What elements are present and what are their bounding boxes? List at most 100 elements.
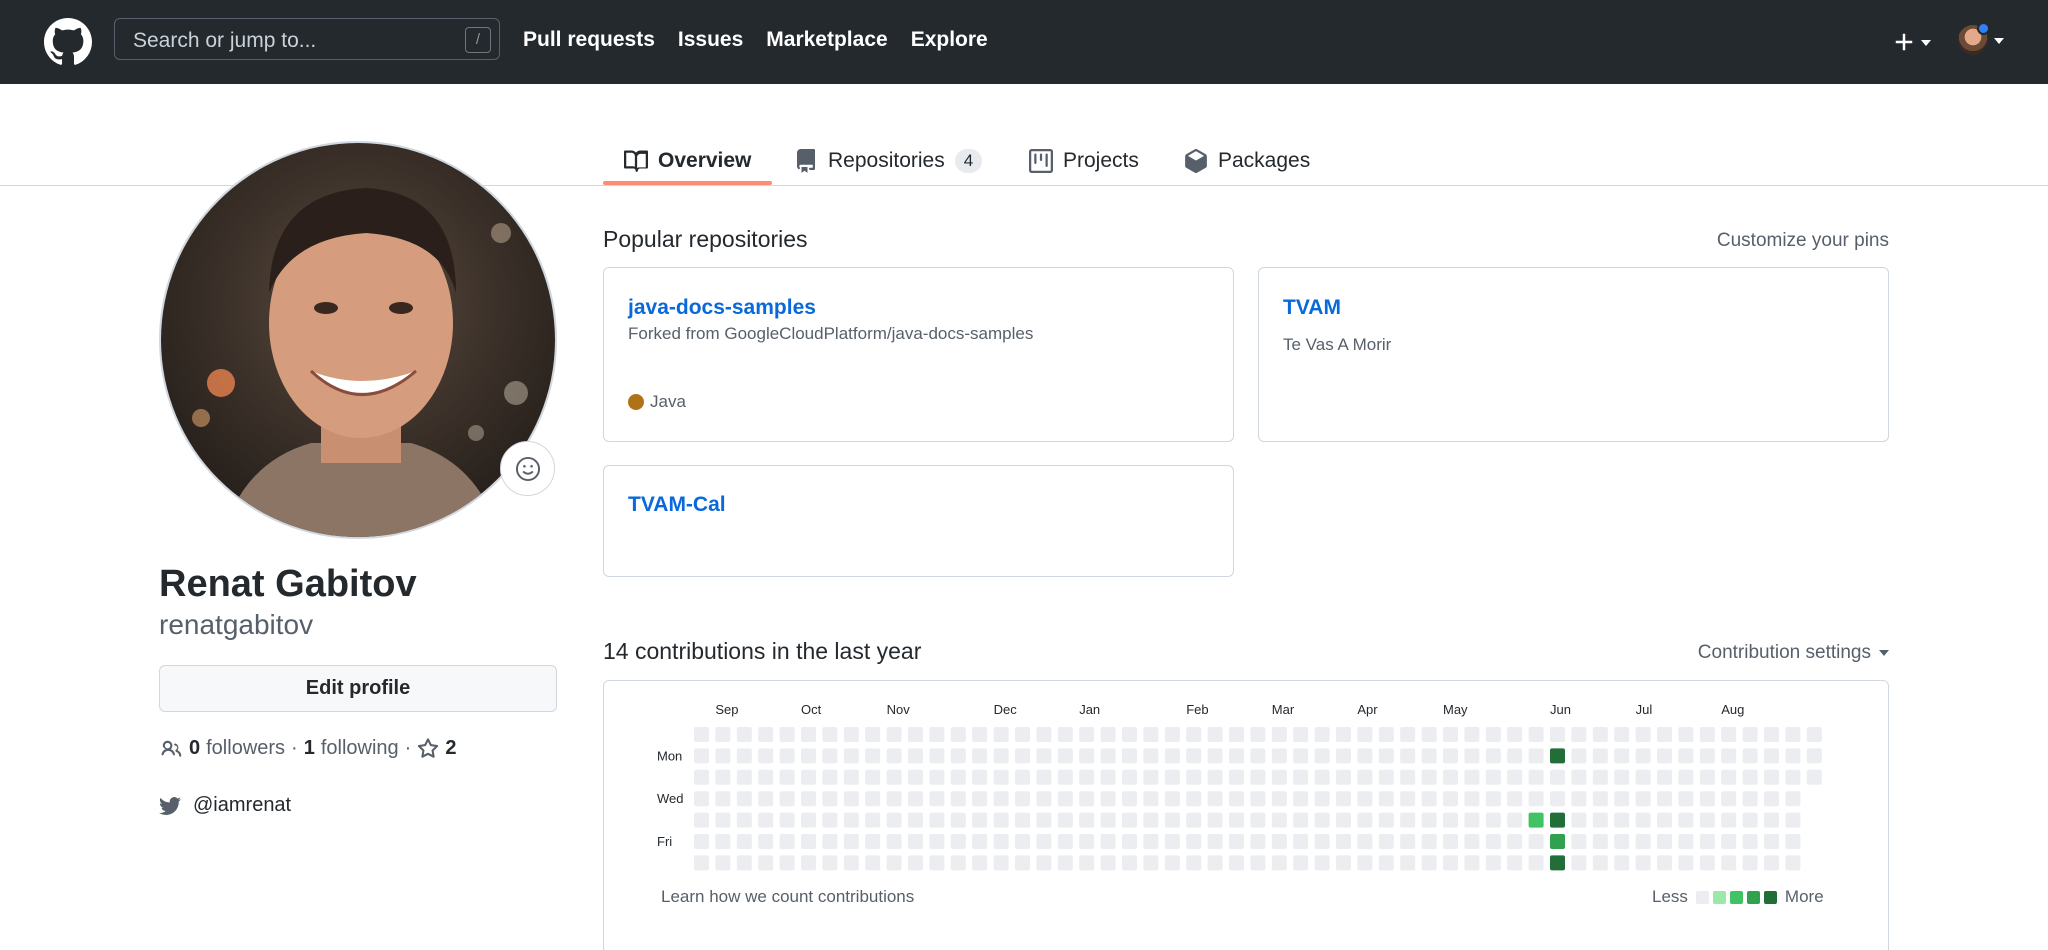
repo-link[interactable]: TVAM-Cal xyxy=(628,493,726,517)
contribution-day[interactable] xyxy=(779,769,795,785)
contribution-day[interactable] xyxy=(1421,727,1437,742)
contribution-day[interactable] xyxy=(1100,855,1116,871)
contribution-day[interactable] xyxy=(886,791,902,807)
contribution-day[interactable] xyxy=(1785,748,1801,764)
contribution-day[interactable] xyxy=(715,791,731,807)
contribution-day[interactable] xyxy=(1293,748,1309,764)
contribution-day[interactable] xyxy=(1314,834,1330,849)
contribution-day[interactable] xyxy=(1293,727,1309,742)
contribution-day[interactable] xyxy=(758,727,774,742)
contribution-day[interactable] xyxy=(1528,855,1544,871)
contribution-day[interactable] xyxy=(1357,812,1373,828)
contribution-day[interactable] xyxy=(1785,769,1801,785)
contribution-day[interactable] xyxy=(1635,727,1651,742)
contribution-day[interactable] xyxy=(1721,834,1737,849)
contribution-day[interactable] xyxy=(1336,791,1351,807)
contribution-day[interactable] xyxy=(865,769,881,785)
contribution-day[interactable] xyxy=(1528,769,1544,785)
contribution-day[interactable] xyxy=(1122,791,1137,807)
contribution-day[interactable] xyxy=(1057,748,1073,764)
contribution-day[interactable] xyxy=(1015,727,1030,742)
contribution-day[interactable] xyxy=(779,727,795,742)
contribution-day[interactable] xyxy=(865,727,881,742)
contribution-day[interactable] xyxy=(1678,748,1694,764)
tab-packages[interactable]: Packages xyxy=(1184,138,1310,184)
contribution-day[interactable] xyxy=(779,855,795,871)
contribution-day[interactable] xyxy=(1443,748,1458,764)
contribution-day[interactable] xyxy=(1378,855,1394,871)
contribution-day[interactable] xyxy=(1699,791,1715,807)
contribution-day[interactable] xyxy=(1764,748,1779,764)
contribution-day[interactable] xyxy=(865,855,881,871)
contribution-day[interactable] xyxy=(736,748,752,764)
contribution-day[interactable] xyxy=(736,727,752,742)
contribution-day[interactable] xyxy=(950,791,966,807)
contribution-day[interactable] xyxy=(843,812,859,828)
contribution-day[interactable] xyxy=(1678,834,1694,849)
contribution-day[interactable] xyxy=(1378,769,1394,785)
contribution-day[interactable] xyxy=(908,812,923,828)
contribution-day[interactable] xyxy=(1164,812,1180,828)
contribution-day[interactable] xyxy=(1400,769,1416,785)
contribution-day[interactable] xyxy=(1571,812,1587,828)
contribution-day[interactable] xyxy=(908,727,923,742)
contribution-day[interactable] xyxy=(715,769,731,785)
contribution-day-active[interactable] xyxy=(1528,812,1544,828)
contribution-day[interactable] xyxy=(1592,812,1608,828)
contribution-day[interactable] xyxy=(1336,834,1351,849)
contribution-day[interactable] xyxy=(886,812,902,828)
contribution-day[interactable] xyxy=(1614,855,1630,871)
contribution-day[interactable] xyxy=(1207,748,1223,764)
user-menu[interactable] xyxy=(1958,22,2004,62)
contribution-day[interactable] xyxy=(1614,812,1630,828)
repo-link[interactable]: java-docs-samples xyxy=(628,296,816,320)
contribution-day[interactable] xyxy=(736,834,752,849)
contribution-day[interactable] xyxy=(1485,769,1501,785)
contribution-day[interactable] xyxy=(1635,748,1651,764)
contribution-day[interactable] xyxy=(1186,748,1202,764)
contribution-day[interactable] xyxy=(865,791,881,807)
contribution-day[interactable] xyxy=(1015,748,1030,764)
contribution-day[interactable] xyxy=(1143,727,1159,742)
contribution-day[interactable] xyxy=(1421,769,1437,785)
contribution-day[interactable] xyxy=(1443,812,1458,828)
contribution-day[interactable] xyxy=(972,812,988,828)
contribution-day[interactable] xyxy=(758,769,774,785)
contribution-day[interactable] xyxy=(1079,834,1095,849)
contribution-day[interactable] xyxy=(1614,727,1630,742)
contribution-day[interactable] xyxy=(1635,834,1651,849)
contribution-day[interactable] xyxy=(779,812,795,828)
contribution-day[interactable] xyxy=(886,769,902,785)
contribution-day[interactable] xyxy=(1550,791,1565,807)
contribution-day[interactable] xyxy=(1507,748,1523,764)
contribution-day[interactable] xyxy=(1507,791,1523,807)
contribution-day[interactable] xyxy=(1764,791,1779,807)
contribution-day[interactable] xyxy=(1378,791,1394,807)
contribution-day[interactable] xyxy=(993,727,1009,742)
contribution-day[interactable] xyxy=(1122,812,1137,828)
contribution-day[interactable] xyxy=(1421,855,1437,871)
contribution-day[interactable] xyxy=(736,769,752,785)
contribution-day[interactable] xyxy=(1122,748,1137,764)
contribution-day[interactable] xyxy=(993,748,1009,764)
contribution-day[interactable] xyxy=(1207,834,1223,849)
twitter-handle[interactable]: @iamrenat xyxy=(159,794,291,817)
learn-contributions-link[interactable]: Learn how we count contributions xyxy=(661,887,914,907)
contribution-day[interactable] xyxy=(694,727,709,742)
contribution-day[interactable] xyxy=(1485,834,1501,849)
contribution-day[interactable] xyxy=(1485,727,1501,742)
contribution-day[interactable] xyxy=(865,812,881,828)
contribution-day[interactable] xyxy=(1571,791,1587,807)
contribution-day[interactable] xyxy=(694,769,709,785)
contribution-day[interactable] xyxy=(1721,791,1737,807)
contribution-day[interactable] xyxy=(715,812,731,828)
contribution-day[interactable] xyxy=(1314,748,1330,764)
contribution-day[interactable] xyxy=(993,855,1009,871)
contribution-day[interactable] xyxy=(1528,791,1544,807)
contribution-day[interactable] xyxy=(1229,812,1244,828)
contribution-day[interactable] xyxy=(1678,769,1694,785)
contribution-day[interactable] xyxy=(1400,855,1416,871)
contribution-day[interactable] xyxy=(1036,791,1052,807)
contribution-day[interactable] xyxy=(1143,769,1159,785)
contribution-day[interactable] xyxy=(1293,855,1309,871)
